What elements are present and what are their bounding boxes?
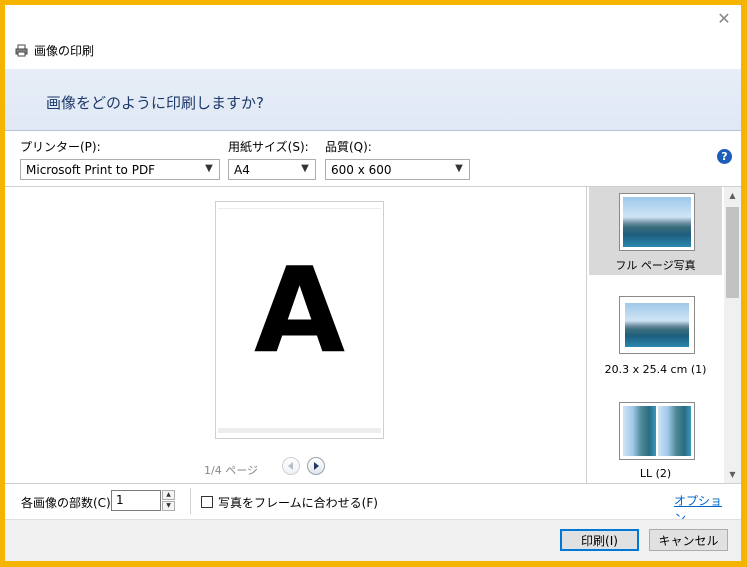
divider [190, 488, 191, 514]
help-icon[interactable]: ? [717, 149, 732, 164]
layout-thumbnail [619, 402, 695, 460]
quality-label: 品質(Q): [325, 140, 372, 154]
chevron-down-icon: ▼ [301, 163, 309, 174]
layout-thumbnail [619, 193, 695, 251]
fit-to-frame-checkbox[interactable] [201, 496, 213, 508]
dialog-footer: 印刷(I) キャンセル [5, 519, 741, 561]
layout-label: フル ページ写真 [615, 259, 696, 272]
cancel-button[interactable]: キャンセル [649, 529, 728, 551]
arrow-right-icon [314, 462, 319, 470]
landscape-photo [625, 303, 689, 347]
next-page-button[interactable] [307, 457, 325, 475]
page-title: 画像をどのように印刷しますか? [46, 94, 264, 112]
quality-select[interactable]: 600 x 600 ▼ [325, 159, 470, 180]
layout-thumbnail [619, 296, 695, 354]
layout-item-full-page[interactable]: フル ページ写真 [589, 187, 722, 275]
copies-decrement-button[interactable]: ▼ [162, 501, 175, 511]
scrollbar-thumb[interactable] [726, 207, 739, 298]
paper-size-label: 用紙サイズ(S): [228, 140, 309, 154]
printer-value: Microsoft Print to PDF [26, 162, 156, 177]
printer-icon [15, 44, 28, 56]
layout-item-ll[interactable]: LL (2) [589, 399, 722, 483]
layout-item-20x25[interactable]: 20.3 x 25.4 cm (1) [589, 293, 722, 383]
scroll-down-icon[interactable]: ▼ [724, 466, 741, 483]
close-icon[interactable]: ✕ [716, 11, 732, 27]
fit-to-frame-label[interactable]: 写真をフレームに合わせる(F) [218, 494, 378, 511]
copies-input[interactable]: 1 [111, 490, 161, 511]
layout-label: LL (2) [639, 467, 672, 480]
copies-label: 各画像の部数(C): [21, 496, 115, 510]
scroll-up-icon[interactable]: ▲ [724, 187, 741, 204]
dialog-title-text: 画像の印刷 [34, 43, 95, 58]
landscape-photo [658, 406, 691, 456]
divider [5, 483, 741, 484]
page-preview: A [215, 201, 384, 439]
page-content: A [218, 208, 381, 433]
print-button[interactable]: 印刷(I) [560, 529, 639, 551]
chevron-down-icon: ▼ [205, 163, 213, 174]
header-banner: 画像をどのように印刷しますか? [5, 69, 741, 131]
copies-increment-button[interactable]: ▲ [162, 490, 175, 500]
preview-pane: A 1/4 ページ [5, 187, 587, 483]
dialog-title: 画像の印刷 [15, 41, 94, 59]
printer-select[interactable]: Microsoft Print to PDF ▼ [20, 159, 220, 180]
landscape-photo [623, 406, 656, 456]
layout-scrollbar[interactable]: ▲ ▼ [724, 187, 741, 483]
chevron-down-icon: ▼ [455, 163, 463, 174]
paper-size-value: A4 [234, 162, 250, 177]
page-indicator: 1/4 ページ [204, 464, 258, 477]
previous-page-button[interactable] [282, 457, 300, 475]
layout-label: 20.3 x 25.4 cm (1) [604, 363, 707, 376]
arrow-left-icon [288, 462, 293, 470]
quality-value: 600 x 600 [331, 162, 392, 177]
landscape-photo [623, 197, 691, 247]
print-dialog: ✕ 画像の印刷 画像をどのように印刷しますか? プリンター(P): Micros… [5, 5, 741, 561]
paper-size-select[interactable]: A4 ▼ [228, 159, 316, 180]
printer-label: プリンター(P): [20, 140, 101, 154]
page-preview-letter: A [253, 241, 346, 379]
layout-list: フル ページ写真 20.3 x 25.4 cm (1) LL (2) ▲ ▼ [587, 187, 741, 483]
